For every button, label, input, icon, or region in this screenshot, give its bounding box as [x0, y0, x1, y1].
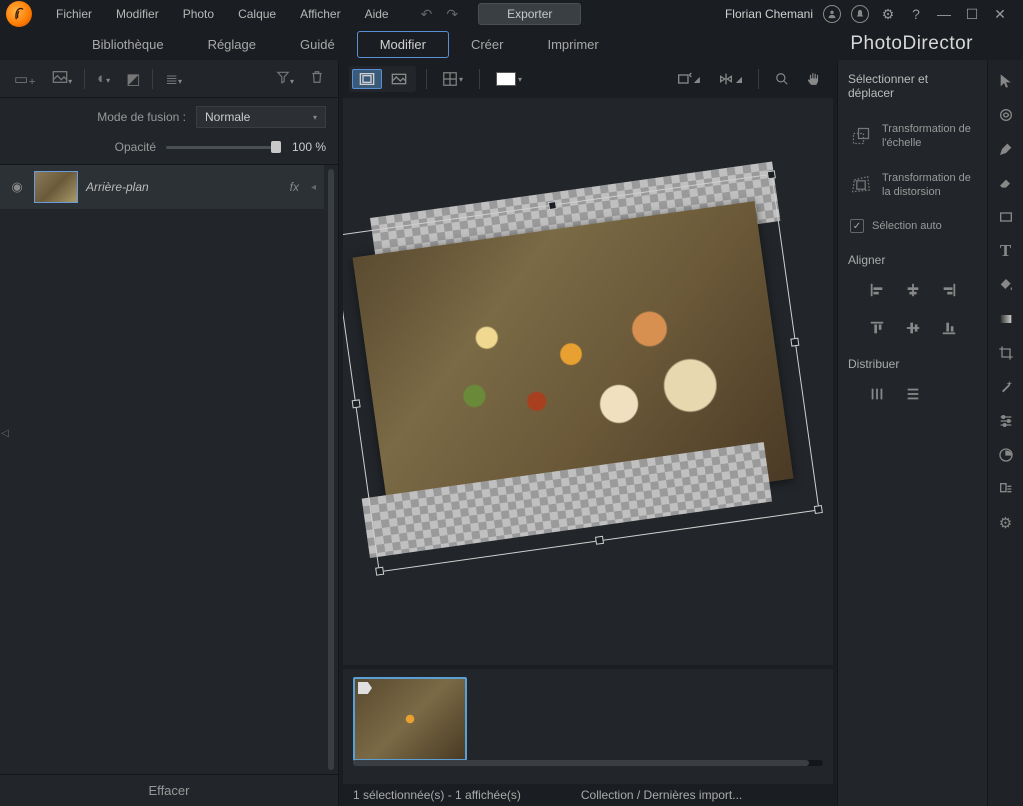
- distribute-section-label: Distribuer: [848, 357, 977, 371]
- menu-aide[interactable]: Aide: [355, 3, 399, 25]
- handle-bottom-left[interactable]: [375, 567, 384, 576]
- list-icon[interactable]: ≣▾: [161, 66, 186, 92]
- minimize-icon[interactable]: —: [935, 6, 953, 22]
- magic-tool-icon[interactable]: [993, 374, 1019, 400]
- layer-collapse-icon[interactable]: ◂: [311, 182, 316, 193]
- layer-fx-button[interactable]: fx: [286, 180, 303, 194]
- opacity-label: Opacité: [12, 140, 156, 154]
- transform-scale-icon: [850, 125, 872, 147]
- grid-icon[interactable]: ▾: [437, 69, 469, 89]
- menu-modifier[interactable]: Modifier: [106, 3, 169, 25]
- align-center-v-icon[interactable]: [902, 317, 924, 339]
- menu-calque[interactable]: Calque: [228, 3, 286, 25]
- transform-scale-button[interactable]: Transformation de l'échelle: [848, 116, 977, 157]
- status-selection: 1 sélectionnée(s) - 1 affichée(s): [353, 788, 521, 802]
- layer-scrollbar[interactable]: [328, 169, 334, 770]
- gear-tool-icon[interactable]: ⚙: [993, 510, 1019, 536]
- layer-row[interactable]: ◉ Arrière-plan fx ◂: [0, 165, 324, 209]
- brand-label: PhotoDirector: [850, 33, 973, 55]
- align-section-label: Aligner: [848, 253, 977, 267]
- handle-mid-right[interactable]: [790, 338, 799, 347]
- layer-thumbnail[interactable]: [34, 171, 78, 203]
- eraser-tool-icon[interactable]: [993, 170, 1019, 196]
- close-icon[interactable]: ✕: [991, 6, 1009, 23]
- add-image-layer-icon[interactable]: ▾: [48, 66, 76, 92]
- align-left-icon[interactable]: [866, 279, 888, 301]
- tab-imprimer[interactable]: Imprimer: [525, 32, 620, 57]
- clock-tool-icon[interactable]: [993, 442, 1019, 468]
- filter-icon[interactable]: ▾: [272, 66, 298, 92]
- view-fit-icon[interactable]: [352, 69, 382, 89]
- mask-square-icon[interactable]: ◩: [122, 66, 144, 92]
- opacity-value: 100 %: [286, 140, 326, 154]
- zoom-icon[interactable]: [769, 69, 795, 89]
- export-button[interactable]: Exporter: [478, 3, 581, 25]
- undo-icon[interactable]: ↶: [417, 4, 437, 25]
- tab-guide[interactable]: Guidé: [278, 32, 357, 57]
- text-tool-icon[interactable]: T: [993, 238, 1019, 264]
- brush-tool-icon[interactable]: [993, 102, 1019, 128]
- handle-bottom-mid[interactable]: [595, 536, 604, 545]
- align-right-icon[interactable]: [938, 279, 960, 301]
- tab-reglage[interactable]: Réglage: [186, 32, 278, 57]
- menu-fichier[interactable]: Fichier: [46, 3, 102, 25]
- help-icon[interactable]: ?: [907, 6, 925, 22]
- transform-distort-label: Transformation de la distorsion: [882, 171, 975, 200]
- trash-icon[interactable]: [306, 66, 328, 92]
- sliders-tool-icon[interactable]: [993, 408, 1019, 434]
- handle-bottom-right[interactable]: [814, 505, 823, 514]
- expand-left-icon[interactable]: ◁: [0, 413, 10, 453]
- visibility-icon[interactable]: ◉: [8, 179, 26, 195]
- tag-icon: [358, 682, 372, 694]
- clear-button[interactable]: Effacer: [0, 774, 338, 806]
- user-icon[interactable]: [823, 5, 841, 23]
- opacity-slider[interactable]: [166, 146, 276, 149]
- pan-icon[interactable]: [801, 69, 827, 89]
- align-bottom-icon[interactable]: [938, 317, 960, 339]
- view-image-icon[interactable]: [385, 70, 413, 88]
- distribute-v-icon[interactable]: [902, 383, 924, 405]
- crop-tool-icon[interactable]: [993, 340, 1019, 366]
- redo-icon[interactable]: ↷: [442, 4, 462, 25]
- fill-tool-icon[interactable]: [993, 272, 1019, 298]
- status-collection: Collection / Dernières import...: [581, 788, 742, 802]
- maximize-icon[interactable]: ☐: [963, 6, 981, 23]
- settings-icon[interactable]: ⚙: [879, 6, 897, 23]
- distribute-h-icon[interactable]: [866, 383, 888, 405]
- align-center-h-icon[interactable]: [902, 279, 924, 301]
- props-title: Sélectionner et déplacer: [848, 68, 977, 108]
- tab-bibliotheque[interactable]: Bibliothèque: [70, 32, 186, 57]
- auto-select-label: Sélection auto: [872, 219, 942, 233]
- handle-mid-left[interactable]: [352, 399, 361, 408]
- app-logo[interactable]: [6, 1, 32, 27]
- color-swatch[interactable]: ▾: [490, 69, 528, 89]
- canvas[interactable]: [343, 98, 833, 665]
- notifications-icon[interactable]: [851, 5, 869, 23]
- rectangle-tool-icon[interactable]: [993, 204, 1019, 230]
- flip-icon[interactable]: ◢: [712, 69, 748, 89]
- user-name: Florian Chemani: [725, 7, 813, 21]
- pen-tool-icon[interactable]: [993, 136, 1019, 162]
- transform-scale-label: Transformation de l'échelle: [882, 122, 975, 151]
- blend-mode-label: Mode de fusion :: [12, 110, 186, 124]
- filmstrip-scrollbar[interactable]: [353, 760, 823, 766]
- transform-distort-icon: [850, 174, 872, 196]
- auto-select-checkbox[interactable]: ✓: [850, 219, 864, 233]
- filmstrip-thumbnail[interactable]: [353, 677, 467, 761]
- tab-creer[interactable]: Créer: [449, 32, 526, 57]
- menu-photo[interactable]: Photo: [173, 3, 224, 25]
- rotate-left-icon[interactable]: ◢: [670, 69, 706, 89]
- mask-circle-icon[interactable]: ◐▾: [93, 66, 114, 91]
- pointer-tool-icon[interactable]: [993, 68, 1019, 94]
- layer-name: Arrière-plan: [86, 180, 278, 194]
- transform-distort-button[interactable]: Transformation de la distorsion: [848, 165, 977, 206]
- align-top-icon[interactable]: [866, 317, 888, 339]
- blend-mode-select[interactable]: Normale▾: [196, 106, 326, 128]
- menu-afficher[interactable]: Afficher: [290, 3, 350, 25]
- gradient-tool-icon[interactable]: [993, 306, 1019, 332]
- layers-tool-icon[interactable]: [993, 476, 1019, 502]
- tab-modifier[interactable]: Modifier: [357, 31, 449, 58]
- add-layer-icon[interactable]: ▭₊: [10, 66, 40, 92]
